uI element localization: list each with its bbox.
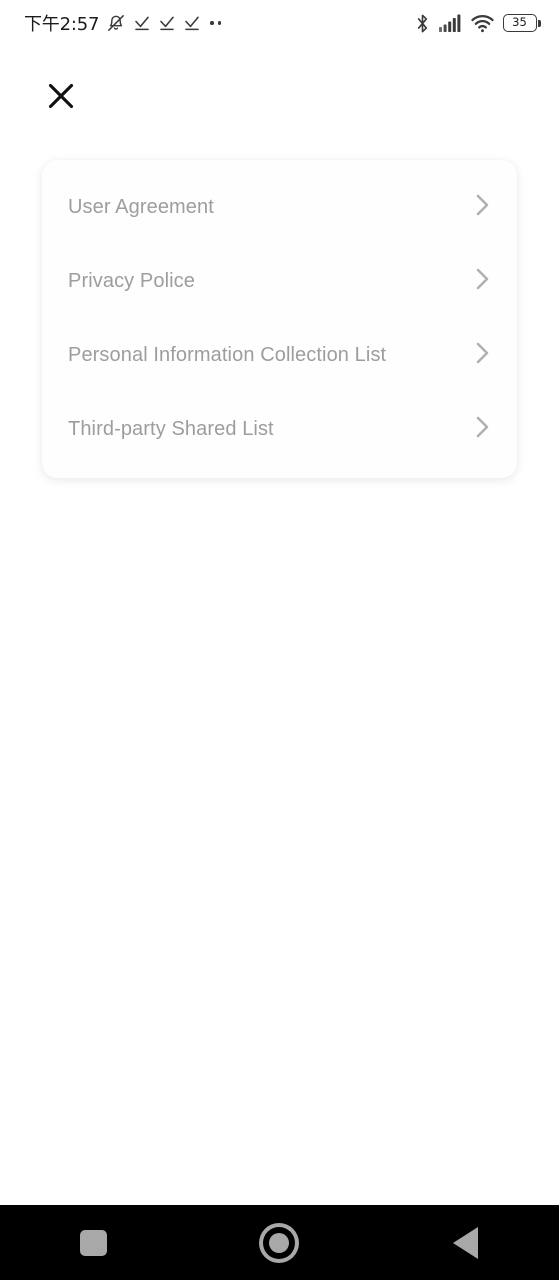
chevron-right-icon [474,265,491,298]
list-item-label: Third-party Shared List [68,417,274,440]
status-bar: 下午2:57 35 [0,0,559,46]
status-bar-left: 下午2:57 [24,10,222,36]
list-item-label: Personal Information Collection List [68,343,387,366]
system-navigation-bar [0,1205,559,1280]
chevron-right-icon [474,413,491,446]
list-item-personal-information-collection-list[interactable]: Personal Information Collection List [42,318,517,392]
list-item-label: User Agreement [68,195,214,218]
more-dots-icon [208,21,222,25]
phone-screen: 下午2:57 35 User Agreement Privacy Police … [0,0,559,1280]
check-download-icon-1 [133,14,151,32]
cellular-signal-icon [438,14,462,32]
status-bar-clock: 下午2:57 [24,14,100,35]
nav-recents-button[interactable] [0,1205,186,1280]
chevron-right-icon [474,339,491,372]
status-bar-right: 35 [415,13,541,34]
battery-level-label: 35 [512,15,527,30]
wifi-icon [470,14,494,33]
bell-muted-icon [106,13,126,33]
check-download-icon-3 [183,14,201,32]
chevron-right-icon [474,191,491,224]
list-item-user-agreement[interactable]: User Agreement [42,170,517,244]
nav-home-button[interactable] [186,1205,372,1280]
back-triangle-icon [453,1226,479,1259]
recents-square-icon [79,1229,107,1256]
home-circle-icon [259,1222,300,1263]
legal-links-card: User Agreement Privacy Police Personal I… [42,160,517,478]
bluetooth-icon [415,13,430,34]
check-download-icon-2 [158,14,176,32]
close-icon [48,83,74,114]
list-item-privacy-police[interactable]: Privacy Police [42,244,517,318]
battery-icon: 35 [502,14,541,32]
close-button[interactable] [44,80,78,116]
list-item-label: Privacy Police [68,269,195,292]
nav-back-button[interactable] [373,1205,559,1280]
list-item-third-party-shared-list[interactable]: Third-party Shared List [42,392,517,466]
